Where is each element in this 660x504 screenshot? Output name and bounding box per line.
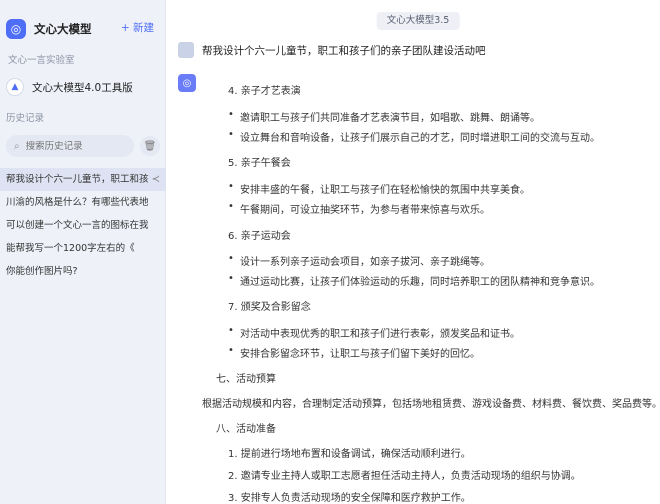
user-avatar <box>178 42 194 58</box>
answer-bullet: 通过运动比赛，让孩子们体验运动的乐趣，同时培养职工的团队精神和竞争意识。 <box>228 273 600 288</box>
answer-heading: 6. 亲子运动会 <box>228 231 291 242</box>
history-search[interactable]: ⌕ <box>6 135 134 157</box>
app-header: ◎ 文心大模型 + 新建 <box>6 18 162 40</box>
search-icon: ⌕ <box>14 140 20 152</box>
answer-bullet: 设计一系列亲子运动会项目，如亲子拔河、亲子跳绳等。 <box>228 253 490 268</box>
delete-history-button[interactable]: 🗑 <box>140 136 160 156</box>
answer-section-title: 八、活动准备 <box>216 424 276 435</box>
answer-bullet: 对活动中表现优秀的职工和孩子们进行表彰，颁发奖品和证书。 <box>228 325 520 340</box>
history-search-input[interactable] <box>25 140 126 152</box>
answer-bullet: 邀请职工与孩子们共同准备才艺表演节目，如唱歌、跳舞、朗诵等。 <box>228 109 540 124</box>
tool-icon: ▲ <box>6 78 24 96</box>
tool-version-label: 文心大模型4.0工具版 <box>32 81 133 94</box>
history-item[interactable]: 可以创建一个文心一言的图标在我 <box>0 214 166 237</box>
history-item[interactable]: 川渝的风格是什么？有哪些代表地 <box>0 191 166 214</box>
answer-section-title: 七、活动预算 <box>216 374 276 385</box>
history-item-label: 可以创建一个文心一言的图标在我 <box>6 220 149 231</box>
answer-heading: 4. 亲子才艺表演 <box>228 86 301 97</box>
model-label[interactable]: 文心大模型3.5 <box>376 12 460 30</box>
answer-bullet: 安排丰盛的午餐，让职工与孩子们在轻松愉快的氛围中共享美食。 <box>228 181 530 196</box>
history-item-label: 帮我设计个六一儿童节，职工和孩 <box>6 174 149 185</box>
answer-heading: 5. 亲子午餐会 <box>228 158 291 169</box>
answer-bullet: 设立舞台和音响设备，让孩子们展示自己的才艺，同时增进职工间的交流与互动。 <box>228 129 600 144</box>
sidebar: ◎ 文心大模型 + 新建 文心一言实验室 ▲ 文心大模型4.0工具版 历史记录 … <box>0 0 166 504</box>
history-item-label: 你能创作图片吗? <box>6 266 78 277</box>
history-item[interactable]: 能帮我写一个1200字左右的《 <box>0 237 166 260</box>
bot-avatar-icon: ◎ <box>178 74 196 92</box>
history-item[interactable]: 你能创作图片吗? <box>0 260 166 283</box>
user-message: 帮我设计个六一儿童节，职工和孩子们的亲子团队建设活动吧 <box>202 44 486 57</box>
history-section-label: 历史记录 <box>6 113 45 124</box>
answer-bullet: 午餐期间，可设立抽奖环节，为参与者带来惊喜与欢乐。 <box>228 201 490 216</box>
new-chat-button[interactable]: + 新建 <box>121 20 154 35</box>
tool-version-item[interactable]: ▲ 文心大模型4.0工具版 <box>6 75 162 99</box>
history-item-label: 川渝的风格是什么？有哪些代表地 <box>6 197 149 208</box>
history-list: 帮我设计个六一儿童节，职工和孩 ≺ 川渝的风格是什么？有哪些代表地 可以创建一个… <box>0 168 166 283</box>
answer-numbered-item: 2. 邀请专业主持人或职工志愿者担任活动主持人，负责活动现场的组织与协调。 <box>228 471 581 482</box>
user-message-row: 帮我设计个六一儿童节，职工和孩子们的亲子团队建设活动吧 <box>178 41 648 59</box>
chat-main: 文心大模型3.5 帮我设计个六一儿童节，职工和孩子们的亲子团队建设活动吧 ◎ 4… <box>166 0 660 504</box>
history-item-label: 能帮我写一个1200字左右的《 <box>6 243 135 254</box>
answer-paragraph: 根据活动规模和内容，合理制定活动预算，包括场地租赁费、游戏设备费、材料费、餐饮费… <box>202 399 660 410</box>
answer-numbered-item: 1. 提前进行场地布置和设备调试，确保活动顺利进行。 <box>228 449 471 460</box>
answer-heading: 7. 颁奖及合影留念 <box>228 302 311 313</box>
answer-bullet: 安排合影留念环节，让职工与孩子们留下美好的回忆。 <box>228 345 480 360</box>
history-item[interactable]: 帮我设计个六一儿童节，职工和孩 ≺ <box>0 168 166 191</box>
app-title: 文心大模型 <box>34 22 92 36</box>
answer-numbered-item: 3. 安排专人负责活动现场的安全保障和医疗救护工作。 <box>228 493 471 504</box>
app-logo-icon: ◎ <box>6 19 26 39</box>
lab-section-label: 文心一言实验室 <box>8 55 75 66</box>
share-icon[interactable]: ≺ <box>152 168 160 191</box>
